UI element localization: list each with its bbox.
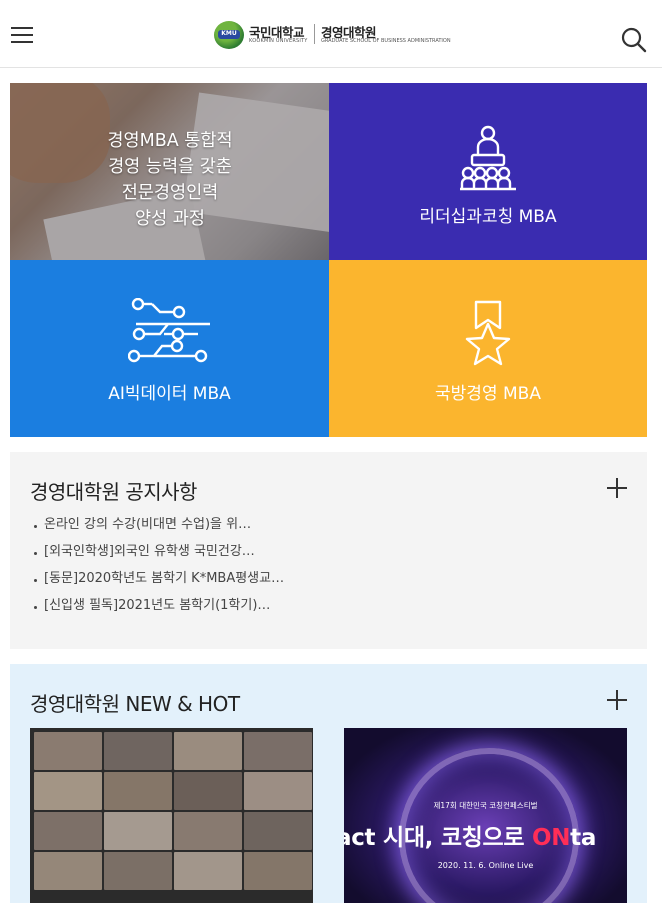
festival-subtitle: 제17회 대한민국 코칭컨페스티벌: [433, 801, 538, 810]
logo-school-name-en: GRADUATE SCHOOL OF BUSINESS ADMINISTRATI…: [321, 38, 451, 44]
header: KMU 국민대학교 KOOKMIN UNIVERSITY 경영대학원 GRADU…: [0, 0, 662, 68]
tile-business-mba-text: 경영MBA 통합적 경영 능력을 갖춘 전문경영인력 양성 과정: [90, 128, 250, 232]
notice-item[interactable]: [동문]2020학년도 봄학기 K*MBA평생교…: [32, 570, 284, 597]
plus-icon[interactable]: [607, 690, 627, 710]
star-medal-icon: [465, 300, 511, 366]
headline-accent: ON: [531, 825, 571, 851]
notice-title: 경영대학원 공지사항: [30, 480, 197, 504]
plus-icon[interactable]: [607, 478, 627, 498]
tile-business-mba[interactable]: 경영MBA 통합적 경영 능력을 갖춘 전문경영인력 양성 과정: [10, 83, 329, 260]
hamburger-menu-icon[interactable]: [11, 27, 33, 44]
headline-tail: ta: [570, 825, 597, 851]
tile-line: 경영 능력을 갖춘: [108, 157, 232, 177]
school-logo[interactable]: KMU 국민대학교 KOOKMIN UNIVERSITY 경영대학원 GRADU…: [214, 20, 451, 50]
tile-label: 리더십과코칭 MBA: [419, 207, 557, 227]
tile-defense-mba[interactable]: 국방경영 MBA: [329, 260, 647, 437]
tile-ai-bigdata-mba[interactable]: AI빅데이터 MBA: [10, 260, 329, 437]
notice-section: 경영대학원 공지사항 온라인 강의 수강(비대면 수업)을 위… [외국인학생]…: [10, 452, 647, 649]
tile-line: 전문경영인력: [121, 183, 219, 203]
notice-item[interactable]: [신입생 필독]2021년도 봄학기(1학기)…: [32, 597, 284, 624]
leadership-icon: [460, 125, 516, 191]
festival-date: 2020. 11. 6. Online Live: [437, 861, 534, 870]
tile-line: 양성 과정: [135, 209, 205, 229]
new-hot-section: 경영대학원 NEW & HOT 제17회 대한민국 코칭컨페스티벌 act 시대…: [10, 664, 647, 903]
news-card-video-meeting[interactable]: [30, 728, 313, 903]
notice-item[interactable]: 온라인 강의 수강(비대면 수업)을 위…: [32, 516, 284, 543]
tile-leadership-coaching-mba[interactable]: 리더십과코칭 MBA: [329, 83, 647, 260]
news-card-coaching-festival[interactable]: 제17회 대한민국 코칭컨페스티벌 act 시대, 코칭으로 ONta 2020…: [344, 728, 627, 903]
data-network-icon: [128, 298, 210, 363]
video-call-grid-image: [34, 732, 312, 890]
logo-university-name-en: KOOKMIN UNIVERSITY: [249, 38, 308, 44]
emblem-text: KMU: [221, 30, 237, 37]
notice-list: 온라인 강의 수강(비대면 수업)을 위… [외국인학생]외국인 유학생 국민건…: [32, 516, 284, 624]
search-icon[interactable]: [621, 27, 647, 53]
tile-label: AI빅데이터 MBA: [108, 384, 231, 404]
new-hot-title: 경영대학원 NEW & HOT: [30, 692, 240, 716]
tile-line: 경영MBA 통합적: [107, 131, 233, 151]
logo-divider: [314, 24, 315, 44]
festival-headline: act 시대, 코칭으로 ONta: [344, 818, 596, 852]
tile-label: 국방경영 MBA: [435, 384, 541, 404]
headline-main: act 시대, 코칭으로: [344, 825, 532, 851]
notice-item[interactable]: [외국인학생]외국인 유학생 국민건강…: [32, 543, 284, 570]
